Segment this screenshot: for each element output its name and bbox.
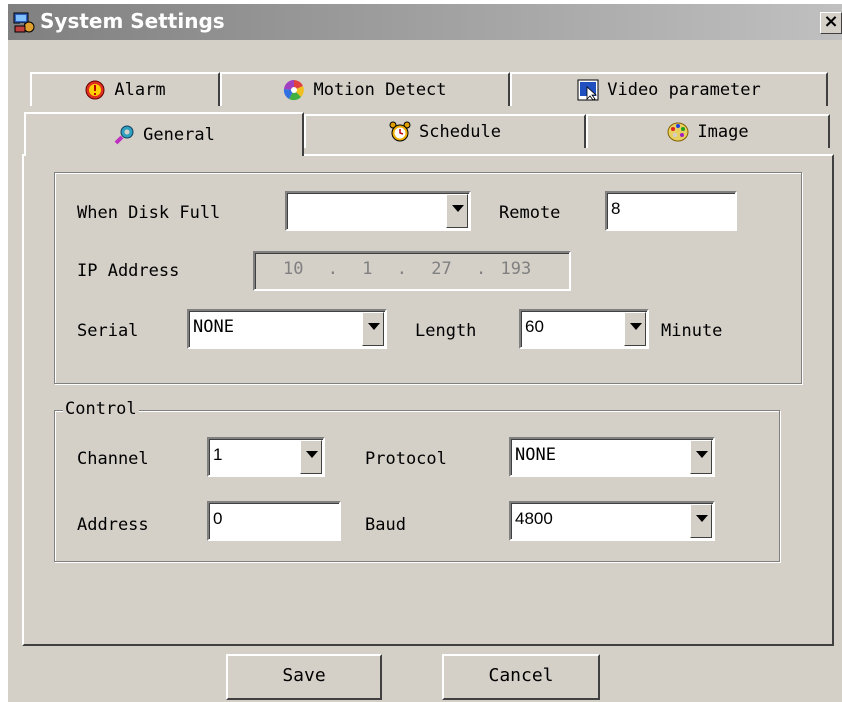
ip-separator: .: [475, 259, 487, 279]
channel-select[interactable]: 1: [207, 437, 325, 477]
tab-label: Motion Detect: [313, 80, 447, 100]
minute-label: Minute: [661, 321, 723, 341]
control-group: Control Channel 1 Protocol NONE Address …: [54, 399, 780, 562]
serial-label: Serial: [77, 321, 139, 341]
ip-separator: .: [396, 259, 407, 279]
length-label: Length: [415, 321, 477, 341]
length-select[interactable]: 60: [519, 309, 649, 349]
ip-address-input: 10 . 1 . 27 . 193: [253, 251, 571, 291]
app-icon: [13, 12, 35, 33]
address-input[interactable]: 0: [207, 501, 341, 541]
chevron-down-icon[interactable]: [690, 504, 712, 538]
save-button[interactable]: Save: [226, 654, 382, 700]
image-icon: [667, 122, 689, 142]
chevron-down-icon[interactable]: [690, 440, 712, 474]
schedule-icon: [389, 121, 411, 142]
tab-video-parameter[interactable]: Video parameter: [510, 72, 828, 106]
remote-label: Remote: [499, 203, 561, 223]
tab-motion-detect[interactable]: Motion Detect: [220, 72, 510, 106]
general-panel: When Disk Full Remote 8 IP Address 10 . …: [22, 154, 834, 646]
tab-label: Video parameter: [607, 80, 761, 100]
ip-octet: 27: [431, 259, 452, 279]
control-legend: Control: [63, 399, 139, 419]
baud-select[interactable]: 4800: [509, 501, 715, 541]
serial-value: NONE: [193, 317, 234, 337]
general-icon: [114, 125, 134, 145]
tab-label: General: [143, 125, 215, 145]
when-disk-full-select[interactable]: [285, 191, 471, 231]
general-group: When Disk Full Remote 8 IP Address 10 . …: [54, 172, 802, 384]
alarm-icon: [85, 80, 105, 100]
cancel-button[interactable]: Cancel: [442, 654, 600, 700]
serial-select[interactable]: NONE: [187, 309, 387, 349]
chevron-down-icon[interactable]: [446, 194, 468, 228]
ip-octet: 193: [500, 259, 532, 279]
video-parameter-icon: [577, 79, 599, 101]
channel-label: Channel: [77, 449, 149, 469]
close-button[interactable]: ×: [820, 12, 842, 34]
when-disk-full-label: When Disk Full: [77, 203, 221, 223]
ip-separator: .: [327, 259, 338, 279]
tab-schedule[interactable]: Schedule: [304, 114, 586, 148]
chevron-down-icon[interactable]: [362, 312, 384, 346]
protocol-select[interactable]: NONE: [509, 437, 715, 477]
ip-octet: 10: [283, 259, 304, 279]
chevron-down-icon[interactable]: [624, 312, 646, 346]
tab-label: Alarm: [114, 80, 166, 100]
remote-input[interactable]: 8: [605, 191, 737, 231]
ip-octet: 1: [362, 259, 373, 279]
channel-value: 1: [213, 445, 223, 464]
tab-label: Image: [697, 122, 749, 142]
window-title: System Settings: [40, 9, 225, 33]
tab-general[interactable]: General: [24, 112, 304, 156]
motion-detect-icon: [284, 79, 305, 101]
chevron-down-icon[interactable]: [300, 440, 322, 474]
address-label: Address: [77, 515, 149, 535]
baud-label: Baud: [365, 515, 406, 535]
tab-label: Schedule: [419, 122, 501, 142]
protocol-value: NONE: [515, 445, 556, 465]
ip-address-label: IP Address: [77, 261, 180, 281]
tab-alarm[interactable]: Alarm: [30, 72, 220, 106]
tab-image[interactable]: Image: [586, 114, 830, 148]
length-value: 60: [525, 317, 544, 336]
baud-value: 4800: [515, 509, 553, 528]
system-settings-window: System Settings × Alarm Motion Detect Vi…: [8, 4, 842, 702]
title-bar[interactable]: System Settings ×: [8, 4, 842, 40]
protocol-label: Protocol: [365, 449, 447, 469]
